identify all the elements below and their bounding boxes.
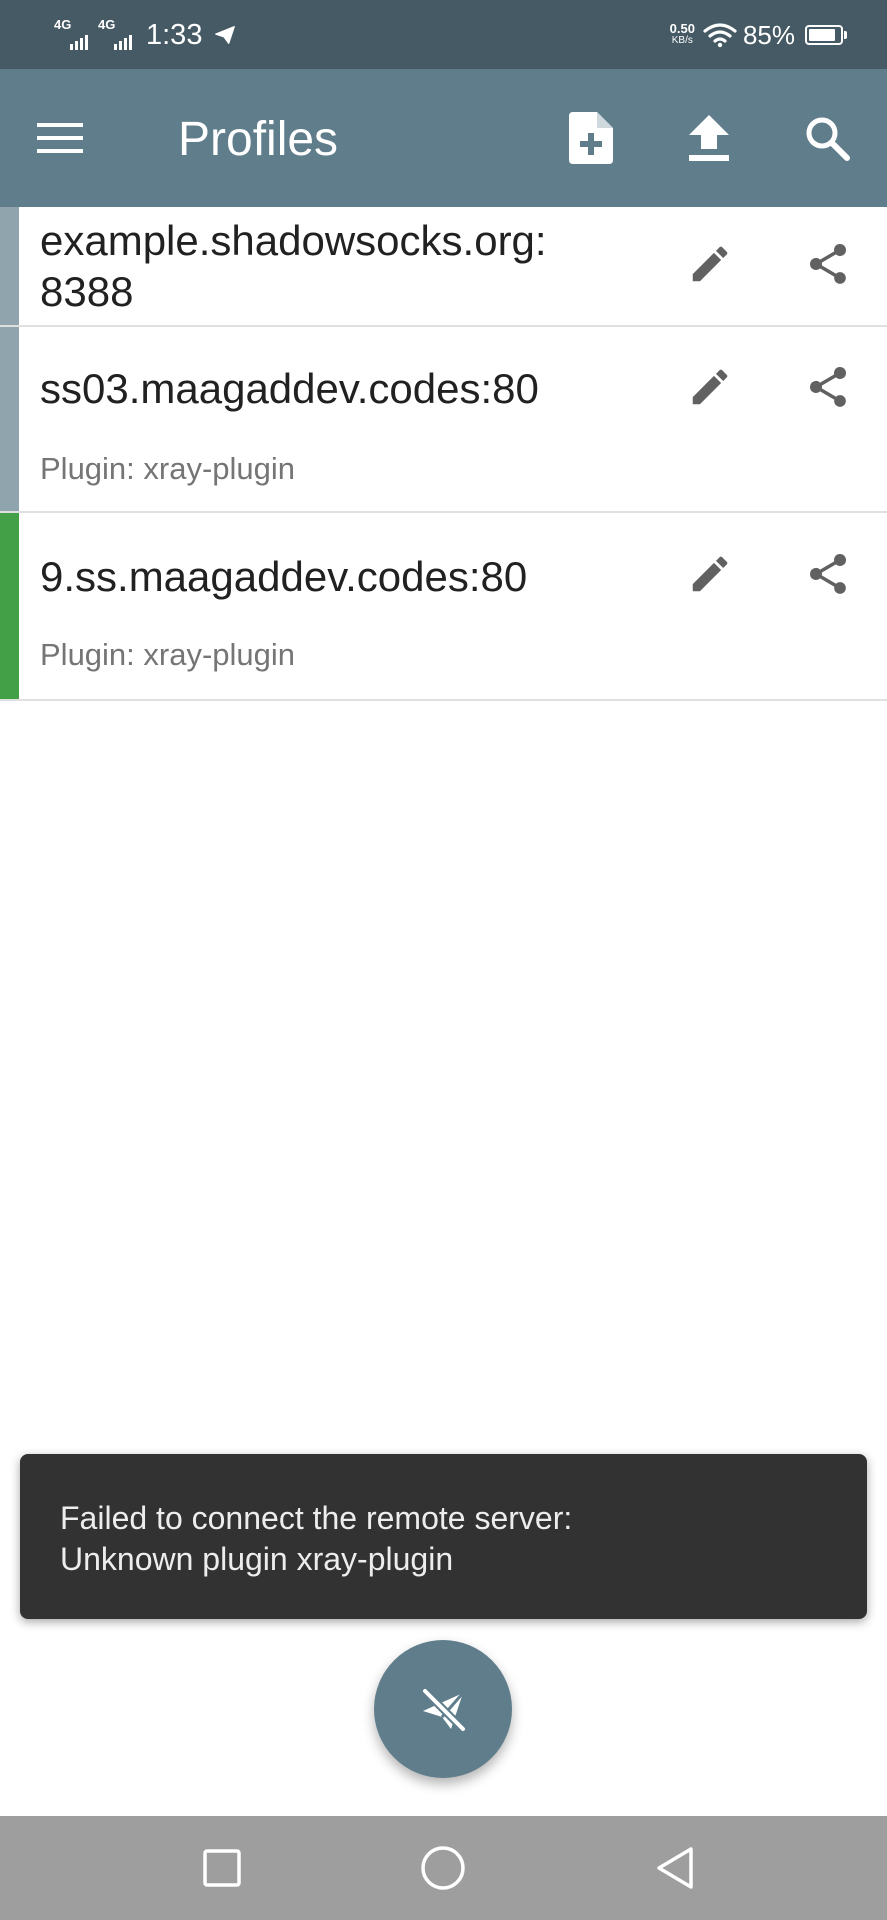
profile-name: example.shadowsocks.org: 8388 xyxy=(40,217,547,315)
circle-icon xyxy=(421,1846,465,1890)
add-document-icon xyxy=(569,112,613,164)
pencil-icon xyxy=(692,369,728,405)
telegram-notification-icon xyxy=(215,26,236,44)
app-bar: Profiles xyxy=(0,69,887,207)
home-button[interactable] xyxy=(413,1838,473,1898)
status-bar-left: 4G 4G 1:33 xyxy=(54,16,236,54)
add-profile-button[interactable] xyxy=(562,109,620,167)
menu-icon xyxy=(37,123,83,153)
pencil-icon xyxy=(692,246,728,282)
profile-indicator xyxy=(0,207,19,325)
share-icon xyxy=(809,553,847,594)
upload-icon xyxy=(689,115,729,161)
status-bar-right: 0.50 KB/s 85% xyxy=(669,16,847,54)
share-icon xyxy=(809,366,847,407)
share-icon xyxy=(809,243,847,284)
error-snackbar: Failed to connect the remote server: Unk… xyxy=(20,1454,867,1619)
profile-plugin: Plugin: xray-plugin xyxy=(40,451,296,486)
wifi-icon xyxy=(703,23,737,48)
pencil-icon xyxy=(692,556,728,592)
paper-plane-off-icon xyxy=(421,1687,467,1733)
edit-profile-button[interactable] xyxy=(680,544,740,604)
status-time: 1:33 xyxy=(146,18,203,51)
share-profile-button[interactable] xyxy=(798,544,858,604)
signal-1-icon: 4G xyxy=(54,17,90,50)
profile-plugin: Plugin: xray-plugin xyxy=(40,637,296,672)
menu-button[interactable] xyxy=(33,111,87,165)
share-profile-button[interactable] xyxy=(798,357,858,417)
navigation-bar xyxy=(0,1816,887,1920)
profile-item-active[interactable]: 9.ss.maagaddev.codes:80 Plugin: xray-plu… xyxy=(0,513,887,701)
profile-name: 9.ss.maagaddev.codes:80 xyxy=(40,553,528,600)
profile-indicator xyxy=(0,327,19,511)
network-type-1: 4G xyxy=(54,17,72,32)
network-speed: 0.50 KB/s xyxy=(669,21,695,46)
search-button[interactable] xyxy=(798,109,856,167)
profile-item[interactable]: ss03.maagaddev.codes:80 Plugin: xray-plu… xyxy=(0,327,887,513)
edit-profile-button[interactable] xyxy=(680,234,740,294)
back-button[interactable] xyxy=(645,1838,705,1898)
connect-fab[interactable] xyxy=(374,1640,512,1778)
page-title: Profiles xyxy=(178,113,339,166)
battery-percent: 85% xyxy=(742,19,795,50)
import-button[interactable] xyxy=(680,109,738,167)
network-type-2: 4G xyxy=(98,17,116,32)
snackbar-message: Failed to connect the remote server: Unk… xyxy=(60,1500,573,1577)
profile-item[interactable]: example.shadowsocks.org: 8388 xyxy=(0,207,887,327)
edit-profile-button[interactable] xyxy=(680,357,740,417)
signal-2-icon: 4G xyxy=(98,17,134,50)
battery-fill xyxy=(809,29,835,41)
battery-icon xyxy=(805,25,847,45)
profile-name: ss03.maagaddev.codes:80 xyxy=(40,365,539,412)
triangle-back-icon xyxy=(657,1847,693,1889)
profile-indicator xyxy=(0,513,19,699)
recents-button[interactable] xyxy=(192,1838,252,1898)
search-icon xyxy=(806,117,850,161)
share-profile-button[interactable] xyxy=(798,234,858,294)
square-icon xyxy=(203,1849,241,1887)
status-bar: 4G 4G 1:33 0.50 KB/s 85% xyxy=(0,0,887,69)
